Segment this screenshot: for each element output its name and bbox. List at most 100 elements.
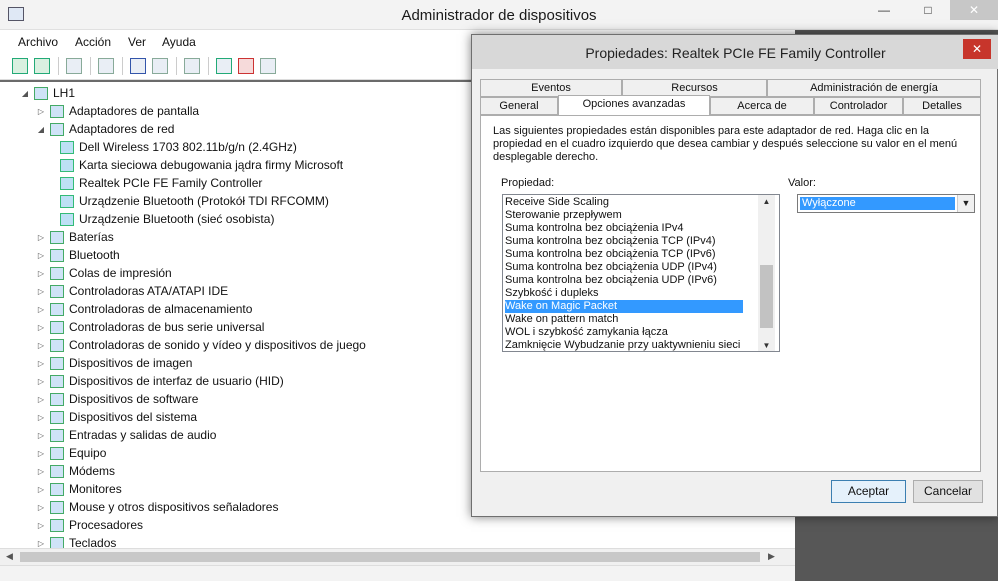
property-list-item[interactable]: WOL i szybkość zamykania łącza [505,326,743,339]
tree-root[interactable]: ◢ LH1 [20,84,75,102]
property-list-item[interactable]: Suma kontrolna bez obciążenia TCP (IPv6) [505,248,743,261]
tree-category-item[interactable]: ▷ Equipo [36,444,106,462]
tree-device-item[interactable]: Karta sieciowa debugowania jądra firmy M… [60,156,343,174]
expand-icon[interactable]: ▷ [36,395,46,404]
tab-opciones-avanzadas[interactable]: Opciones avanzadas [558,95,710,115]
property-list-item[interactable]: Suma kontrolna bez obciążenia UDP (IPv6) [505,274,743,287]
close-button[interactable]: ✕ [950,0,998,20]
ok-button[interactable]: Aceptar [831,480,906,503]
tree-category-item[interactable]: ▷ Dispositivos de interfaz de usuario (HI… [36,372,284,390]
scroll-right-icon[interactable]: ▶ [768,551,775,562]
scan-hardware-icon[interactable] [184,58,200,74]
tree-category-item[interactable]: ▷ Teclados [36,534,116,548]
tree-category-item[interactable]: ▷ Procesadores [36,516,143,534]
maximize-button[interactable]: □ [906,0,950,20]
expand-icon[interactable]: ▷ [36,107,46,116]
chevron-down-icon[interactable]: ▼ [957,195,974,212]
menu-accion[interactable]: Acción [75,35,111,49]
tree-category-item[interactable]: ▷ Dispositivos del sistema [36,408,197,426]
expand-icon[interactable]: ▷ [36,539,46,548]
tree-category-item[interactable]: ▷ Controladoras ATA/ATAPI IDE [36,282,228,300]
device-category-icon [50,374,64,388]
tree-category-item[interactable]: ▷ Baterías [36,228,114,246]
tree-item-label: Realtek PCIe FE Family Controller [79,176,263,190]
tree-device-item[interactable]: Dell Wireless 1703 802.11b/g/n (2.4GHz) [60,138,297,156]
expand-icon[interactable]: ▷ [36,413,46,422]
dialog-close-button[interactable]: ✕ [963,39,991,59]
tree-category-item[interactable]: ▷ Entradas y salidas de audio [36,426,217,444]
uninstall-device-icon[interactable] [238,58,254,74]
tree-category-item[interactable]: ▷ Monitores [36,480,122,498]
scroll-down-icon[interactable]: ▼ [758,341,775,350]
tree-category-item[interactable]: ▷ Adaptadores de pantalla [36,102,199,120]
tab-acerca-de[interactable]: Acerca de [710,97,814,115]
collapse-icon[interactable]: ◢ [36,125,46,134]
property-list-item[interactable]: Zamknięcie Wybudzanie przy uaktywnieniu … [505,339,743,351]
property-list-item[interactable]: Szybkość i dupleks [505,287,743,300]
property-list-item[interactable]: Sterowanie przepływem [505,209,743,222]
minimize-button[interactable]: — [862,0,906,20]
add-legacy-hardware-icon[interactable] [260,58,276,74]
tree-category-item[interactable]: ▷ Controladoras de almacenamiento [36,300,253,318]
property-list-item[interactable]: Wake on Magic Packet [505,300,743,313]
tree-device-item[interactable]: Urządzenie Bluetooth (sieć osobista) [60,210,274,228]
properties-icon[interactable] [98,58,114,74]
tree-category-item[interactable]: ▷ Dispositivos de software [36,390,198,408]
expand-icon[interactable]: ▷ [36,485,46,494]
expand-icon[interactable]: ▷ [36,449,46,458]
value-dropdown[interactable]: Wyłączone ▼ [797,194,975,213]
property-list-item[interactable]: Suma kontrolna bez obciążenia TCP (IPv4) [505,235,743,248]
menu-ayuda[interactable]: Ayuda [162,35,196,49]
property-list-item[interactable]: Suma kontrolna bez obciążenia UDP (IPv4) [505,261,743,274]
tab-administracion-energia[interactable]: Administración de energía [767,79,981,97]
property-list-item[interactable]: Wake on pattern match [505,313,743,326]
tree-item-label: Adaptadores de red [69,122,175,136]
expand-icon[interactable]: ▷ [36,359,46,368]
menu-archivo[interactable]: Archivo [18,35,58,49]
scroll-left-icon[interactable]: ◀ [6,551,13,562]
listbox-scrollbar[interactable]: ▲ ▼ [758,195,775,351]
expand-icon[interactable]: ▷ [36,503,46,512]
expand-icon[interactable]: ▷ [36,323,46,332]
expand-icon[interactable]: ▷ [36,431,46,440]
help-icon[interactable] [130,58,146,74]
expand-icon[interactable]: ▷ [36,521,46,530]
scroll-up-icon[interactable]: ▲ [758,197,775,206]
listbox-scroll-thumb[interactable] [760,265,773,328]
tree-device-item[interactable]: Realtek PCIe FE Family Controller [60,174,262,192]
tree-device-item[interactable]: Urządzenie Bluetooth (Protokół TDI RFCOM… [60,192,329,210]
back-icon[interactable] [12,58,28,74]
cancel-button[interactable]: Cancelar [913,480,983,503]
tab-controlador[interactable]: Controlador [814,97,903,115]
expand-icon[interactable]: ▷ [36,251,46,260]
tab-general[interactable]: General [480,97,558,115]
expand-icon[interactable]: ▷ [36,269,46,278]
tree-category-item[interactable]: ◢ Adaptadores de red [36,120,175,138]
dialog-title: Propiedades: Realtek PCIe FE Family Cont… [472,35,998,69]
property-list-item[interactable]: Suma kontrolna bez obciążenia IPv4 [505,222,743,235]
forward-icon[interactable] [34,58,50,74]
tree-category-item[interactable]: ▷ Mouse y otros dispositivos señaladores [36,498,279,516]
tree-category-item[interactable]: ▷ Colas de impresión [36,264,172,282]
property-list-item[interactable]: Receive Side Scaling [505,196,743,209]
collapse-icon[interactable]: ◢ [20,89,30,98]
scroll-thumb[interactable] [20,552,760,562]
property-listbox[interactable]: Receive Side Scaling Sterowanie przepływe… [502,194,780,352]
expand-icon[interactable]: ▷ [36,287,46,296]
tab-detalles[interactable]: Detalles [903,97,981,115]
action-pane-icon[interactable] [152,58,168,74]
show-hide-console-tree-icon[interactable] [66,58,82,74]
tree-category-item[interactable]: ▷ Controladoras de sonido y vídeo y dispo… [36,336,366,354]
tree-category-item[interactable]: ▷ Bluetooth [36,246,120,264]
tree-item-label: Adaptadores de pantalla [69,104,200,118]
expand-icon[interactable]: ▷ [36,233,46,242]
expand-icon[interactable]: ▷ [36,377,46,386]
tree-category-item[interactable]: ▷ Controladoras de bus serie universal [36,318,265,336]
update-driver-icon[interactable] [216,58,232,74]
menu-ver[interactable]: Ver [128,35,146,49]
expand-icon[interactable]: ▷ [36,467,46,476]
tree-category-item[interactable]: ▷ Dispositivos de imagen [36,354,192,372]
expand-icon[interactable]: ▷ [36,305,46,314]
tree-category-item[interactable]: ▷ Módems [36,462,115,480]
expand-icon[interactable]: ▷ [36,341,46,350]
